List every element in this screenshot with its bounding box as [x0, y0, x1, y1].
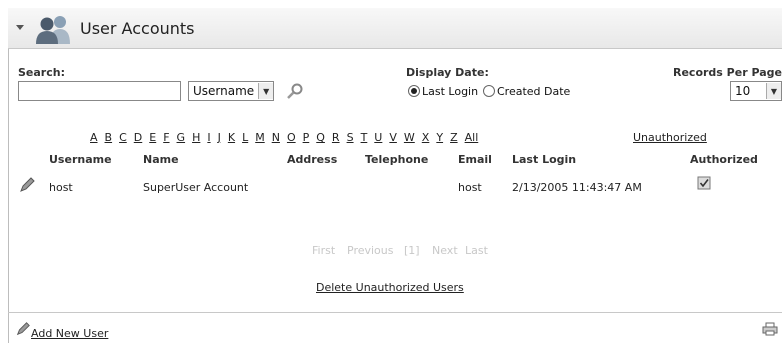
alphabet-link-s[interactable]: S: [347, 131, 354, 144]
radio-button-icon[interactable]: [408, 85, 420, 97]
col-telephone[interactable]: Telephone: [365, 153, 428, 166]
alphabet-link-f[interactable]: F: [163, 131, 169, 144]
add-new-user-link[interactable]: Add New User: [31, 327, 108, 340]
search-icon[interactable]: [286, 82, 304, 100]
radio-created-date[interactable]: Created Date: [483, 85, 570, 98]
chevron-down-icon[interactable]: ▼: [766, 83, 781, 99]
search-filter-select[interactable]: Username ▼: [188, 81, 275, 101]
print-icon[interactable]: [762, 322, 778, 336]
collapse-arrow-icon[interactable]: [16, 25, 24, 30]
alphabet-link-u[interactable]: U: [374, 131, 382, 144]
users-icon: [36, 16, 70, 44]
alphabet-link-d[interactable]: D: [134, 131, 142, 144]
col-last-login[interactable]: Last Login: [512, 153, 576, 166]
alphabet-link-c[interactable]: C: [119, 131, 127, 144]
col-email[interactable]: Email: [458, 153, 492, 166]
alphabet-link-z[interactable]: Z: [450, 131, 458, 144]
alphabet-link-e[interactable]: E: [149, 131, 156, 144]
alphabet-link-m[interactable]: M: [255, 131, 265, 144]
row-username: host: [49, 181, 73, 194]
alphabet-link-a[interactable]: A: [90, 131, 98, 144]
col-username[interactable]: Username: [49, 153, 112, 166]
chevron-down-icon[interactable]: ▼: [258, 83, 274, 99]
authorized-checkbox-icon: [697, 176, 711, 190]
add-user-pencil-icon[interactable]: [15, 321, 31, 337]
alphabet-link-w[interactable]: W: [404, 131, 415, 144]
alphabet-link-g[interactable]: G: [177, 131, 186, 144]
col-authorized[interactable]: Authorized: [690, 153, 758, 166]
alphabet-link-p[interactable]: P: [303, 131, 310, 144]
pager-last[interactable]: Last: [465, 244, 488, 257]
pager-previous[interactable]: Previous: [347, 244, 394, 257]
alphabet-link-all[interactable]: All: [465, 131, 479, 144]
alphabet-link-v[interactable]: V: [389, 131, 397, 144]
alphabet-link-j[interactable]: J: [218, 131, 221, 144]
alphabet-link-n[interactable]: N: [272, 131, 280, 144]
alphabet-link-y[interactable]: Y: [436, 131, 443, 144]
page-title: User Accounts: [80, 19, 195, 38]
alphabet-link-b[interactable]: B: [105, 131, 113, 144]
alphabet-link-l[interactable]: L: [242, 131, 248, 144]
row-last-login: 2/13/2005 11:43:47 AM: [512, 181, 642, 194]
radio-button-icon[interactable]: [483, 85, 495, 97]
search-filter-value: Username: [193, 84, 255, 98]
alphabet-link-h[interactable]: H: [192, 131, 200, 144]
edit-pencil-icon[interactable]: [18, 176, 36, 194]
col-name[interactable]: Name: [143, 153, 179, 166]
search-label: Search:: [18, 66, 65, 79]
unauthorized-filter-link[interactable]: Unauthorized: [633, 131, 707, 144]
alphabet-link-r[interactable]: R: [332, 131, 340, 144]
records-per-page-label: Records Per Page:: [673, 66, 782, 79]
search-input[interactable]: [18, 81, 181, 101]
delete-unauthorized-users-link[interactable]: Delete Unauthorized Users: [316, 281, 464, 294]
alphabet-filter: A B C D E F G H I J K L M N O P Q R S T U V W X Y Z All: [90, 131, 485, 144]
pager-first[interactable]: First: [312, 244, 335, 257]
row-name: SuperUser Account: [143, 181, 249, 194]
alphabet-link-x[interactable]: X: [422, 131, 430, 144]
col-address[interactable]: Address: [287, 153, 337, 166]
pager-current: [1]: [404, 244, 420, 257]
alphabet-link-q[interactable]: Q: [316, 131, 325, 144]
alphabet-link-t[interactable]: T: [361, 131, 368, 144]
alphabet-link-k[interactable]: K: [228, 131, 235, 144]
pager-next[interactable]: Next: [432, 244, 458, 257]
records-per-page-select[interactable]: 10 ▼: [730, 81, 782, 101]
radio-last-login[interactable]: Last Login: [408, 85, 478, 98]
alphabet-link-i[interactable]: I: [207, 131, 210, 144]
alphabet-link-o[interactable]: O: [287, 131, 296, 144]
footer-divider: [8, 312, 782, 313]
display-date-label: Display Date:: [406, 66, 489, 79]
row-email: host: [458, 181, 482, 194]
